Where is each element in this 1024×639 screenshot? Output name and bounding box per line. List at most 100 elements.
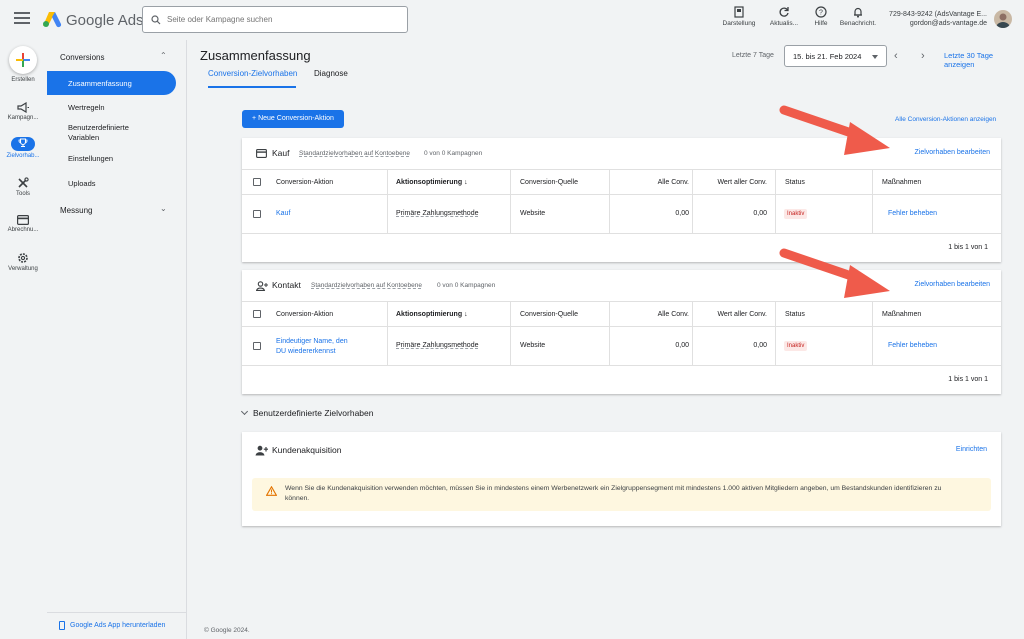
- main-content: Zusammenfassung Conversion-Zielvorhaben …: [188, 40, 1024, 639]
- rail-label-goals: Zielvorhab...: [6, 153, 40, 159]
- goal-title: Kauf: [272, 148, 290, 158]
- avatar[interactable]: [994, 10, 1012, 28]
- col-conversion-action[interactable]: Conversion-Aktion: [276, 179, 333, 186]
- subnav-section-conversions[interactable]: Conversions: [60, 53, 104, 62]
- previous-period-icon[interactable]: ‹: [894, 50, 898, 62]
- chevron-up-icon[interactable]: ⌃: [160, 51, 167, 60]
- date-range-label: Letzte 7 Tage: [732, 52, 774, 59]
- dropdown-caret-icon: [872, 55, 878, 59]
- all-conv-value: 0,00: [675, 342, 689, 349]
- notification-bell-icon: [854, 7, 862, 18]
- table-row: Eindeutiger Name, den DU wiedererkennst …: [242, 326, 1001, 365]
- col-source[interactable]: Conversion-Quelle: [520, 179, 578, 186]
- pager-text: 1 bis 1 von 1: [948, 244, 988, 251]
- col-status[interactable]: Status: [785, 311, 805, 318]
- goal-campaign-count: 0 von 0 Kampagnen: [437, 282, 496, 289]
- subnav-section-measurement[interactable]: Messung: [60, 206, 92, 215]
- goal-scope[interactable]: Standardzielvorhaben auf Kontoebene: [299, 150, 410, 157]
- goal-scope[interactable]: Standardzielvorhaben auf Kontoebene: [311, 282, 422, 289]
- col-optimization-label: Aktionsoptimierung: [396, 311, 463, 318]
- col-actions[interactable]: Maßnahmen: [882, 179, 921, 186]
- col-optimization[interactable]: Aktionsoptimierung ↓: [396, 179, 468, 186]
- user-avatar-icon: [996, 13, 1010, 28]
- app-download-link[interactable]: Google Ads App herunterladen: [47, 612, 187, 630]
- subnav-item-uploads[interactable]: Uploads: [68, 179, 96, 189]
- new-conversion-action-button[interactable]: + Neue Conversion-Aktion: [242, 110, 344, 128]
- conversion-action-link[interactable]: Kauf: [276, 210, 290, 217]
- refresh-button[interactable]: Aktualis...: [764, 6, 804, 27]
- notifications-button[interactable]: Benachricht.: [838, 6, 878, 27]
- subnav-item-value-rules[interactable]: Wertregeln: [68, 103, 105, 113]
- rail-item-admin[interactable]: Verwaltung: [0, 252, 46, 272]
- rail-item-billing[interactable]: Abrechnu...: [0, 215, 46, 233]
- rail-label-tools: Tools: [15, 191, 30, 197]
- rail-item-campaigns[interactable]: Kampagn...: [0, 102, 46, 121]
- account-info[interactable]: 729-843-9242 (AdsVantage E... gordon@ads…: [889, 10, 987, 28]
- person-add-icon: [256, 281, 268, 291]
- edit-goal-link[interactable]: Zielvorhaben bearbeiten: [915, 281, 991, 288]
- rail-item-goals[interactable]: Zielvorhab...: [0, 137, 46, 159]
- subnav-item-summary[interactable]: Zusammenfassung: [47, 71, 176, 95]
- select-all-checkbox[interactable]: [253, 310, 261, 318]
- col-conv-value[interactable]: Wert aller Conv.: [702, 311, 767, 318]
- col-optimization[interactable]: Aktionsoptimierung ↓: [396, 311, 468, 318]
- appearance-button[interactable]: Darstellung: [719, 6, 759, 27]
- subnav-item-custom-variables[interactable]: Benutzerdefinierte Variablen: [68, 123, 158, 143]
- search-input[interactable]: [167, 15, 397, 24]
- conversion-action-link[interactable]: Eindeutiger Name, den DU wiedererkennst: [276, 337, 348, 357]
- app-download-label: Google Ads App herunterladen: [70, 622, 166, 629]
- google-ads-logo-icon: [43, 12, 62, 28]
- tab-diagnosis[interactable]: Diagnose: [314, 69, 348, 78]
- source-value: Website: [520, 342, 546, 349]
- help-label: Hilfe: [814, 20, 828, 27]
- megaphone-icon: [17, 102, 29, 113]
- chevron-down-icon: [240, 407, 249, 416]
- customer-acquisition-card: Kundenakquisition Einrichten Wenn Sie di…: [242, 432, 1001, 526]
- next-period-icon[interactable]: ›: [921, 50, 925, 62]
- subnav-item-settings[interactable]: Einstellungen: [68, 154, 113, 164]
- optimization-value[interactable]: Primäre Zahlungsmethode: [396, 210, 479, 217]
- search-box[interactable]: [142, 6, 408, 33]
- rail-label-billing: Abrechnu...: [7, 227, 39, 233]
- col-all-conv[interactable]: Alle Conv.: [649, 179, 689, 186]
- goal-title: Kontakt: [272, 280, 301, 290]
- col-actions[interactable]: Maßnahmen: [882, 311, 921, 318]
- setup-link[interactable]: Einrichten: [956, 446, 987, 453]
- col-all-conv[interactable]: Alle Conv.: [649, 311, 689, 318]
- edit-goal-link[interactable]: Zielvorhaben bearbeiten: [915, 149, 991, 156]
- row-checkbox[interactable]: [253, 342, 261, 350]
- pager-text: 1 bis 1 von 1: [948, 376, 988, 383]
- page-title: Zusammenfassung: [200, 48, 311, 63]
- date-range-picker[interactable]: 15. bis 21. Feb 2024: [784, 45, 887, 67]
- active-tab-underline: [208, 86, 296, 88]
- row-checkbox[interactable]: [253, 210, 261, 218]
- warning-icon: [266, 486, 277, 496]
- optimization-value[interactable]: Primäre Zahlungsmethode: [396, 342, 479, 349]
- fix-errors-link[interactable]: Fehler beheben: [888, 342, 937, 349]
- col-conv-value[interactable]: Wert aller Conv.: [702, 179, 767, 186]
- col-source[interactable]: Conversion-Quelle: [520, 311, 578, 318]
- create-button[interactable]: [9, 46, 37, 74]
- select-all-checkbox[interactable]: [253, 178, 261, 186]
- table-row: Kauf Primäre Zahlungsmethode Website 0,0…: [242, 194, 1001, 233]
- menu-icon[interactable]: [14, 12, 30, 26]
- all-conversion-actions-link[interactable]: Alle Conversion-Aktionen anzeigen: [895, 116, 996, 123]
- fix-errors-link[interactable]: Fehler beheben: [888, 210, 937, 217]
- custom-goals-toggle[interactable]: Benutzerdefinierte Zielvorhaben: [240, 407, 374, 418]
- chevron-down-icon[interactable]: ⌄: [160, 204, 167, 213]
- search-icon: [151, 14, 161, 24]
- rail-item-tools[interactable]: Tools: [0, 177, 46, 197]
- annotation-arrow-icon: [779, 248, 890, 298]
- footer-copyright: © Google 2024.: [204, 627, 250, 634]
- account-email: gordon@ads-vantage.de: [909, 20, 987, 27]
- col-status[interactable]: Status: [785, 179, 805, 186]
- help-button[interactable]: ? Hilfe: [801, 6, 841, 27]
- last-30-days-link[interactable]: Letzte 30 Tage anzeigen: [944, 51, 1024, 69]
- col-conversion-action[interactable]: Conversion-Aktion: [276, 311, 333, 318]
- svg-text:?: ?: [819, 10, 823, 17]
- refresh-icon: [779, 7, 789, 17]
- table-pager: 1 bis 1 von 1: [242, 365, 1001, 394]
- tab-conversion-goals[interactable]: Conversion-Zielvorhaben: [208, 69, 297, 78]
- table-header: Conversion-Aktion Aktionsoptimierung ↓ C…: [242, 301, 1001, 366]
- warning-text: Wenn Sie die Kundenakquisition verwenden…: [285, 485, 942, 502]
